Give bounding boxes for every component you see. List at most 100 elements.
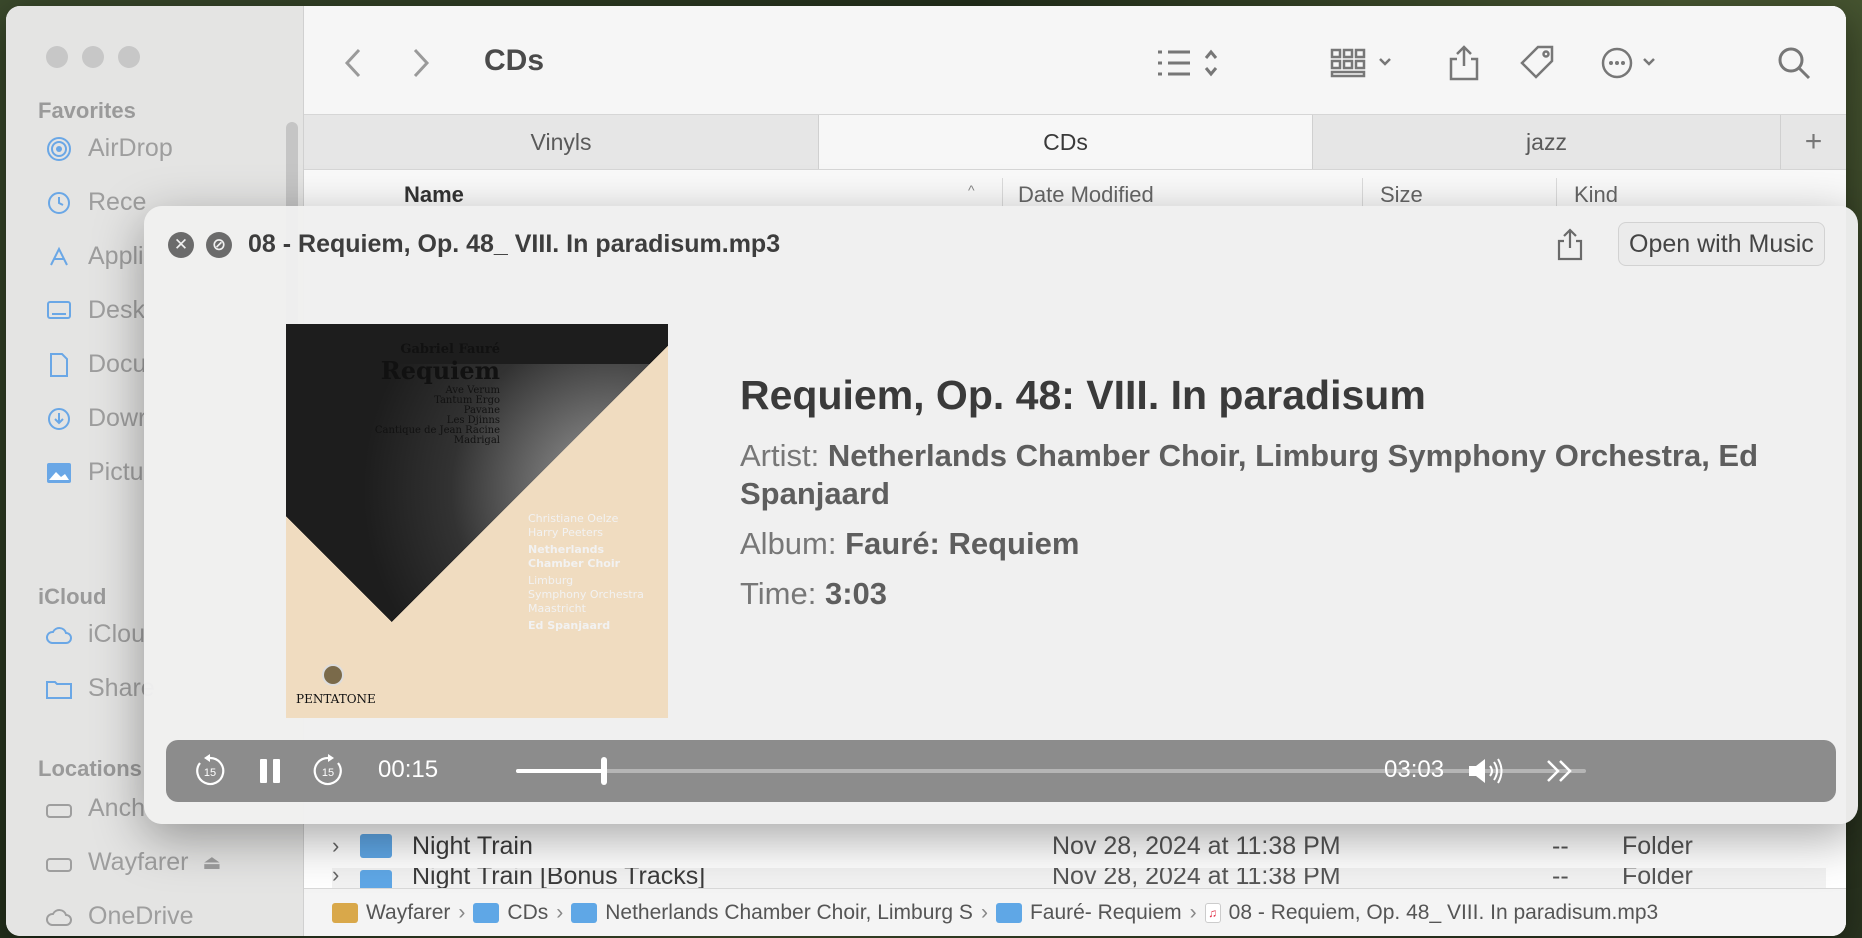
tab-bar: Vinyls CDs jazz + [304, 114, 1846, 170]
disclosure-chevron-icon[interactable]: › [332, 833, 339, 859]
column-divider [1556, 178, 1557, 208]
folder-icon [360, 834, 392, 858]
sidebar-item-label: AirDrop [88, 134, 173, 162]
close-icon[interactable]: ✕ [168, 232, 194, 258]
album-art-performer: Limburg [528, 574, 574, 587]
skip-back-15-button[interactable]: 15 [190, 750, 230, 792]
tab-cds[interactable]: CDs [819, 115, 1313, 169]
path-item-album[interactable]: Fauré- Requiem [995, 901, 1182, 925]
sidebar-item-desktop[interactable]: Desk [44, 296, 145, 325]
time-line: Time: 3:03 [740, 575, 1780, 613]
column-kind[interactable]: Kind [1574, 182, 1618, 208]
grid-icon [1330, 48, 1391, 78]
sidebar-item-recents[interactable]: Rece [44, 188, 146, 217]
tab-jazz[interactable]: jazz [1313, 115, 1781, 169]
artist-value: Netherlands Chamber Choir, Limburg Symph… [740, 438, 1759, 511]
folder-icon [473, 902, 500, 923]
skip-forward-15-button[interactable]: 15 [308, 750, 348, 792]
sidebar-item-pictures[interactable]: Pictu [44, 458, 144, 487]
toolbar: CDs [304, 6, 1846, 114]
group-button[interactable] [1328, 42, 1400, 84]
album-art-performer: Christiane Oelze [528, 512, 619, 525]
applications-icon [44, 244, 74, 270]
path-item-artist[interactable]: Netherlands Chamber Choir, Limburg S [571, 901, 973, 925]
album-art-performer: Ed Spanjaard [528, 619, 611, 632]
music-file-icon: ♫ [1204, 902, 1221, 923]
forward-button[interactable] [406, 42, 436, 84]
row-kind: Folder [1622, 831, 1693, 860]
column-size[interactable]: Size [1380, 182, 1423, 208]
sidebar-item-downloads[interactable]: Dowr [44, 404, 146, 433]
share-icon [1449, 45, 1479, 81]
table-row[interactable]: › Night Train [Bonus Tracks] Nov 28, 202… [332, 868, 1826, 888]
sidebar-item-documents[interactable]: Docu [44, 350, 146, 379]
tab-vinyls[interactable]: Vinyls [304, 115, 819, 169]
album-art-work: Requiem [380, 356, 500, 385]
path-item-wayfarer[interactable]: Wayfarer [332, 901, 450, 925]
new-tab-button[interactable]: + [1781, 115, 1846, 169]
album-art-label: PENTATONE [296, 692, 376, 706]
total-duration: 03:03 [1384, 756, 1445, 783]
eject-icon[interactable]: ⏏ [202, 850, 221, 875]
skip-forward-seconds: 15 [322, 767, 334, 779]
album-art-performers: Christiane Oelze Harry Peeters Netherlan… [528, 512, 644, 633]
sidebar-item-label: Pictu [88, 458, 144, 486]
locations-header: Locations [38, 756, 142, 781]
document-icon [44, 352, 74, 378]
sidebar-item-label: Docu [88, 350, 147, 378]
column-date-modified[interactable]: Date Modified [1018, 182, 1154, 208]
share-button[interactable] [1554, 226, 1586, 264]
track-metadata: Requiem, Op. 48: VIII. In paradisum Arti… [740, 372, 1780, 613]
column-name[interactable]: Name [404, 182, 464, 208]
album-art-performer: Symphony Orchestra [528, 588, 644, 601]
no-entry-icon[interactable]: ⊘ [206, 232, 232, 258]
column-divider [1362, 178, 1363, 208]
sidebar-item-label: Wayfarer [88, 848, 189, 876]
search-button[interactable] [1774, 42, 1814, 84]
disclosure-chevron-icon[interactable]: › [332, 868, 339, 888]
chevron-right-icon [413, 48, 430, 78]
sidebar-item-onedrive[interactable]: OneDrive [44, 902, 194, 931]
open-with-music-button[interactable]: Open with Music [1618, 222, 1825, 266]
shared-folder-icon [44, 676, 74, 702]
path-label: Wayfarer [366, 900, 451, 924]
view-options-button[interactable] [1154, 42, 1224, 84]
table-row[interactable]: › Night Train Nov 28, 2024 at 11:38 PM -… [332, 824, 1826, 868]
action-menu-button[interactable] [1600, 42, 1664, 84]
sidebar-item-label: Desk [88, 296, 145, 324]
sidebar-item-applications[interactable]: Appli [44, 242, 144, 271]
tag-button[interactable] [1516, 42, 1560, 84]
list-view-icon [1158, 49, 1218, 77]
track-title: Requiem, Op. 48: VIII. In paradisum [740, 372, 1426, 418]
album-art-performer: Harry Peeters [528, 526, 603, 539]
album-art-performer: Netherlands [528, 543, 605, 556]
sidebar-item-wayfarer[interactable]: Wayfarer ⏏ [44, 848, 221, 877]
sidebar-item-anchor[interactable]: Anch [44, 794, 145, 823]
window-title: CDs [484, 44, 545, 77]
path-item-cds[interactable]: CDs [473, 901, 548, 925]
cloud-icon [44, 622, 74, 648]
row-kind: Folder [1622, 868, 1693, 888]
sidebar-item-label: iClou [88, 620, 145, 648]
more-controls-button[interactable] [1540, 750, 1580, 792]
plus-icon: + [1804, 125, 1823, 158]
row-name: Night Train [Bonus Tracks] [412, 868, 706, 888]
album-art-composer: Gabriel Fauré [400, 342, 500, 357]
zoom-window-button[interactable] [118, 46, 140, 68]
folder-icon [995, 902, 1022, 923]
pause-button[interactable] [252, 750, 288, 792]
sidebar-item-shared[interactable]: Share [44, 674, 155, 703]
path-item-file[interactable]: ♫ 08 - Requiem, Op. 48_ VIII. In paradis… [1204, 901, 1658, 925]
sidebar-item-icloud-drive[interactable]: iClou [44, 620, 145, 649]
volume-button[interactable] [1466, 750, 1506, 792]
scrubber-handle[interactable] [600, 757, 607, 785]
back-button[interactable] [338, 42, 368, 84]
minimize-window-button[interactable] [82, 46, 104, 68]
pause-icon [260, 759, 280, 783]
close-window-button[interactable] [46, 46, 68, 68]
folder-icon [571, 902, 598, 923]
sidebar-item-airdrop[interactable]: AirDrop [44, 134, 173, 163]
skip-back-seconds: 15 [204, 767, 216, 779]
share-button[interactable] [1444, 42, 1484, 84]
chevron-left-icon [344, 48, 361, 78]
